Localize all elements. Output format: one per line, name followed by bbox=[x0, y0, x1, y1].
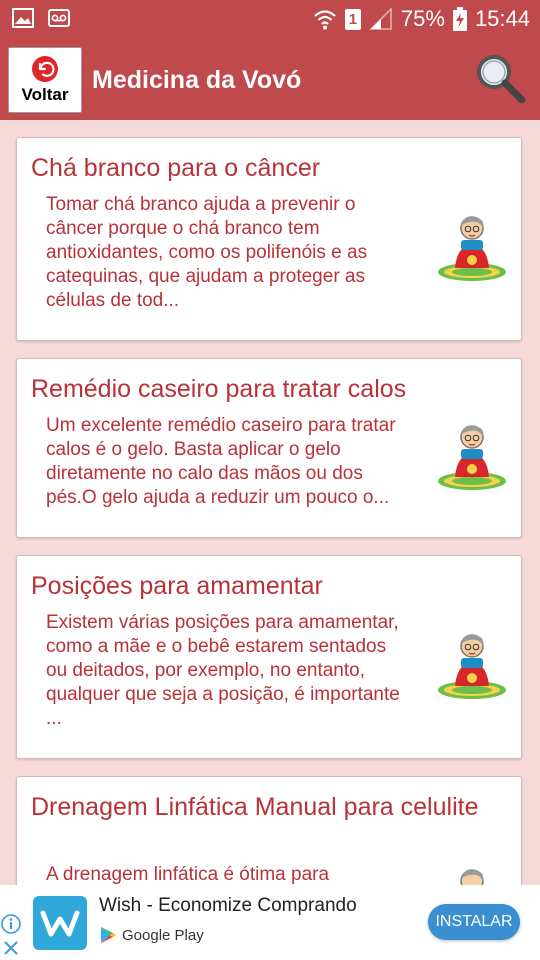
ad-info-icon[interactable] bbox=[0, 913, 22, 935]
back-button[interactable]: Voltar bbox=[8, 47, 82, 113]
grandma-icon bbox=[438, 425, 506, 490]
article-title: Posições para amamentar bbox=[31, 572, 323, 600]
article-description: A drenagem linfática é ótima para bbox=[46, 864, 330, 885]
search-icon[interactable] bbox=[472, 50, 528, 106]
google-play-icon bbox=[101, 927, 116, 943]
article-card[interactable]: Posições para amamentar Existem várias p… bbox=[16, 555, 522, 759]
gallery-notification-icon bbox=[12, 8, 34, 28]
app-bar: Voltar Medicina da Vovó bbox=[0, 38, 540, 120]
grandma-icon bbox=[438, 216, 506, 281]
app-title: Medicina da Vovó bbox=[92, 66, 302, 94]
wifi-icon bbox=[314, 10, 336, 30]
sim-slot-badge: 1 bbox=[344, 8, 361, 30]
article-description: Existem várias posições para amamentar, … bbox=[46, 612, 400, 729]
grandma-icon bbox=[438, 634, 506, 699]
back-arrow-icon bbox=[32, 56, 58, 82]
article-list[interactable]: Chá branco para o câncer Tomar chá branc… bbox=[0, 120, 540, 885]
article-card[interactable]: Remédio caseiro para tratar calos Um exc… bbox=[16, 358, 522, 538]
status-bar: 1 75% 15:44 bbox=[0, 0, 540, 38]
ad-close-icon[interactable] bbox=[0, 937, 22, 959]
ad-store-badge: Google Play bbox=[99, 926, 204, 944]
article-card[interactable]: Drenagem Linfática Manual para celulite … bbox=[16, 776, 522, 885]
article-title: Chá branco para o câncer bbox=[31, 154, 321, 182]
ad-store-label: Google Play bbox=[122, 926, 204, 944]
article-description: Tomar chá branco ajuda a prevenir o cânc… bbox=[46, 194, 368, 311]
ad-title[interactable]: Wish - Economize Comprando bbox=[99, 895, 357, 917]
grandma-icon bbox=[460, 869, 484, 885]
article-title: Drenagem Linfática Manual para celulite bbox=[31, 793, 479, 821]
article-card[interactable]: Chá branco para o câncer Tomar chá branc… bbox=[16, 137, 522, 341]
battery-percent: 75% bbox=[400, 6, 445, 31]
signal-icon bbox=[369, 8, 392, 30]
wish-logo[interactable] bbox=[33, 896, 87, 950]
voicemail-notification-icon bbox=[48, 9, 70, 27]
article-title: Remédio caseiro para tratar calos bbox=[31, 375, 407, 403]
back-button-label: Voltar bbox=[21, 85, 69, 104]
install-button[interactable]: INSTALAR bbox=[428, 904, 520, 940]
clock: 15:44 bbox=[474, 6, 530, 31]
status-left-icons bbox=[12, 8, 70, 28]
status-right-icons: 1 75% 15:44 bbox=[313, 6, 530, 32]
battery-charging-icon bbox=[452, 7, 467, 31]
wish-w-icon bbox=[40, 910, 80, 937]
article-description: Um excelente remédio caseiro para tratar… bbox=[46, 415, 396, 508]
